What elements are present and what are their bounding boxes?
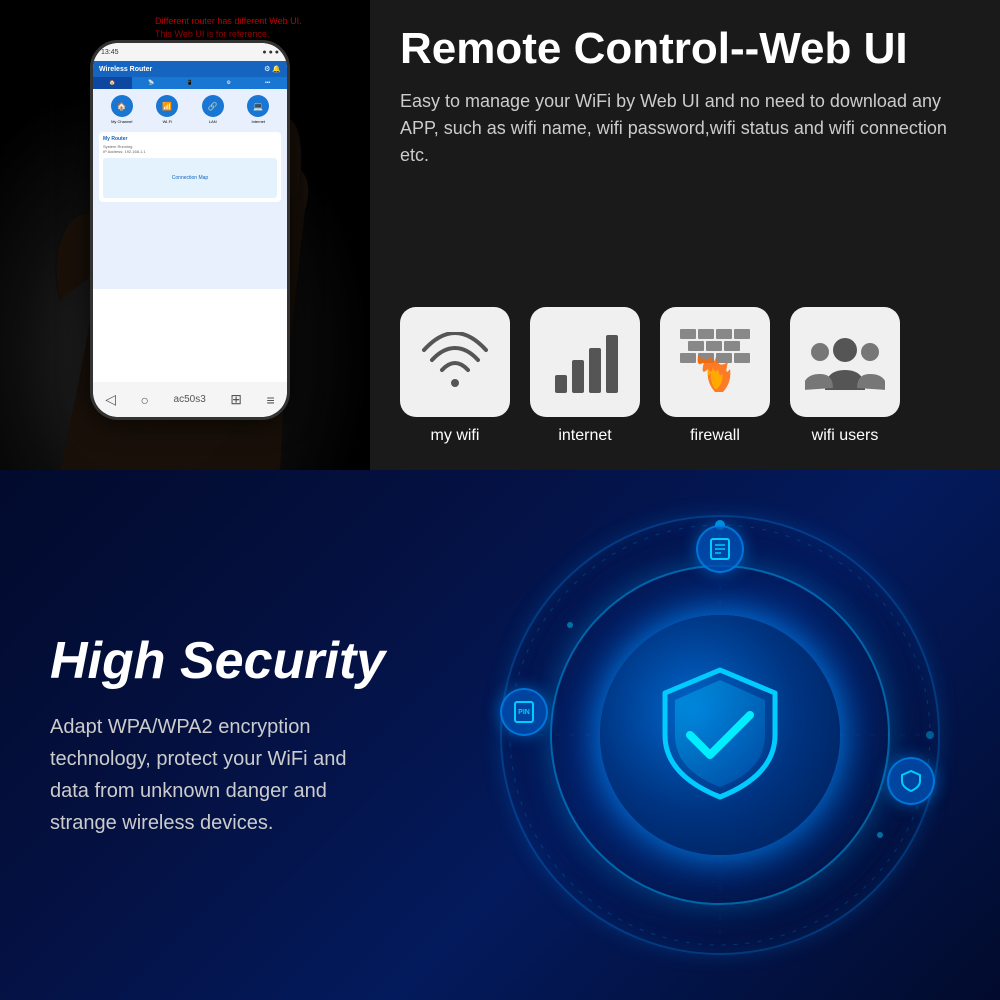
phone-mockup: 13:45 ● ● ● Wireless Router ⚙ 🔔 🏠 📡 📱 ⚙	[90, 40, 290, 420]
bottom-section: High Security Adapt WPA/WPA2 encryption …	[0, 470, 1000, 1000]
phone-nav-device[interactable]: 📱	[171, 77, 210, 89]
phone-nav: 🏠 📡 📱 ⚙ •••	[93, 77, 287, 89]
phone-content: 🏠 My Channel 📶 Wi-Fi 🔗 LAN 💻	[93, 89, 287, 289]
globe-container: PIN	[490, 505, 950, 965]
main-title: Remote Control--Web UI	[400, 25, 970, 73]
features-row: my wifi internet	[400, 307, 970, 445]
wifi-icon	[420, 332, 490, 392]
top-section: Different router has different Web UI. T…	[0, 0, 1000, 470]
wifi-users-icon	[805, 330, 885, 395]
phone-icon-label-1: My Channel	[111, 119, 133, 124]
security-description: Adapt WPA/WPA2 encryption technology, pr…	[50, 711, 390, 839]
phone-icon-circle-2: 📶	[156, 95, 178, 117]
firewall-label: firewall	[690, 427, 740, 445]
internet-label: internet	[558, 427, 611, 445]
phone-back-icon[interactable]: ◁	[105, 391, 116, 408]
phone-icon-label-4: Internet	[247, 119, 269, 124]
phone-app-title: Wireless Router	[99, 66, 152, 73]
phone-header-icons: ⚙ 🔔	[264, 65, 281, 73]
phone-task-label: ac50s3	[174, 394, 206, 405]
phone-icons-row: 🏠 My Channel 📶 Wi-Fi 🔗 LAN 💻	[99, 95, 281, 124]
firewall-icon-box	[660, 307, 770, 417]
floating-icon-top	[696, 525, 744, 573]
wifi-users-label: wifi users	[812, 427, 879, 445]
phone-status-info: My Router System Running IP Address: 192…	[99, 132, 281, 202]
small-shield-icon	[899, 769, 923, 793]
my-wifi-icon-box	[400, 307, 510, 417]
bottom-right: PIN	[440, 470, 1000, 1000]
phone-area: Different router has different Web UI. T…	[0, 0, 370, 470]
phone-screen: 13:45 ● ● ● Wireless Router ⚙ 🔔 🏠 📡 📱 ⚙	[93, 43, 287, 417]
firewall-icon	[678, 327, 753, 397]
bottom-left: High Security Adapt WPA/WPA2 encryption …	[0, 591, 440, 879]
shield-icon-large	[655, 665, 785, 805]
wifi-users-icon-box	[790, 307, 900, 417]
phone-icon-3: 🔗 LAN	[202, 95, 224, 124]
phone-icon-label-2: Wi-Fi	[156, 119, 178, 124]
phone-nav-wifi[interactable]: 📡	[132, 77, 171, 89]
my-wifi-label: my wifi	[431, 427, 480, 445]
floating-icon-left: PIN	[500, 688, 548, 736]
phone-time: 13:45	[101, 49, 119, 56]
phone-nav-settings[interactable]: ⚙	[209, 77, 248, 89]
phone-app-header: Wireless Router ⚙ 🔔	[93, 61, 287, 77]
feature-wifi-users: wifi users	[790, 307, 900, 445]
phone-icon-4: 💻 Internet	[247, 95, 269, 124]
phone-status-bar: 13:45 ● ● ●	[93, 43, 287, 61]
router-doc-icon	[708, 537, 732, 561]
phone-icon-label-3: LAN	[202, 119, 224, 124]
disclaimer-text: Different router has different Web UI. T…	[155, 15, 302, 40]
feature-firewall: firewall	[660, 307, 770, 445]
svg-text:PIN: PIN	[518, 709, 530, 716]
feature-my-wifi: my wifi	[400, 307, 510, 445]
phone-icon-1: 🏠 My Channel	[111, 95, 133, 124]
phone-nav-more[interactable]: •••	[248, 77, 287, 89]
internet-icon	[550, 330, 620, 395]
phone-home-icon[interactable]: ○	[141, 392, 149, 408]
phone-icon-circle-4: 💻	[247, 95, 269, 117]
phone-status-icons: ● ● ●	[262, 49, 279, 56]
phone-icon-2: 📶 Wi-Fi	[156, 95, 178, 124]
globe-inner	[600, 615, 840, 855]
security-title: High Security	[50, 631, 390, 691]
phone-bottom-bar: ◁ ○ ac50s3 ⊞ ≡	[93, 382, 287, 417]
phone-icon-circle-3: 🔗	[202, 95, 224, 117]
right-content: Remote Control--Web UI Easy to manage yo…	[370, 0, 1000, 470]
pin-icon: PIN	[512, 700, 536, 724]
feature-internet: internet	[530, 307, 640, 445]
internet-icon-box	[530, 307, 640, 417]
phone-menu-icon[interactable]: ≡	[267, 392, 275, 408]
main-description: Easy to manage your WiFi by Web UI and n…	[400, 88, 970, 169]
phone-nav-home[interactable]: 🏠	[93, 77, 132, 89]
phone-icon-circle-1: 🏠	[111, 95, 133, 117]
phone-apps-icon[interactable]: ⊞	[230, 391, 242, 408]
floating-icon-right	[887, 757, 935, 805]
